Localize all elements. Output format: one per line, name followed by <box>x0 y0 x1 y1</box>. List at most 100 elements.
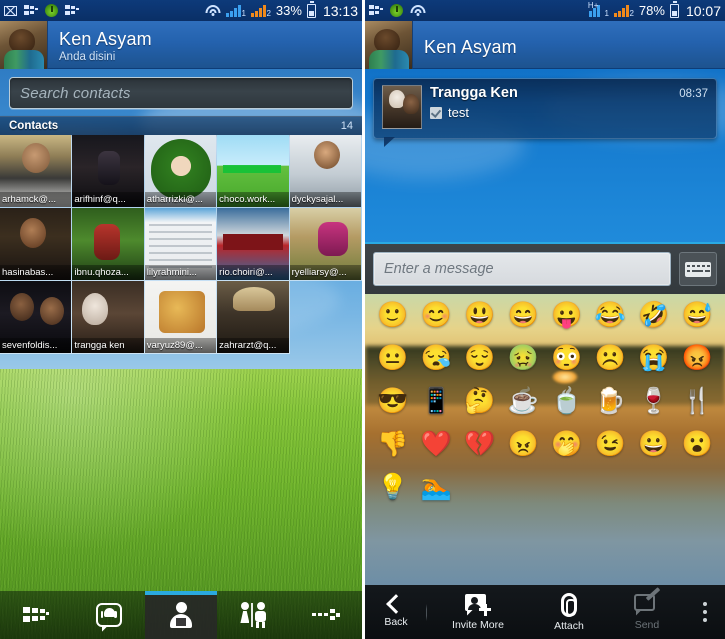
signal-1-icon: H+ 1 <box>588 1 609 18</box>
search-input[interactable]: Search contacts <box>9 77 353 109</box>
emoji-glyph: 💡 <box>377 473 409 501</box>
emoji-glyph: 😀 <box>638 430 670 458</box>
contact-name: dyckysajal... <box>289 192 361 207</box>
contact-tile[interactable]: trangga ken <box>72 281 145 354</box>
contact-tile[interactable]: ibnu.qhoza... <box>72 208 145 281</box>
contact-tile[interactable]: ryelliarsy@... <box>289 208 362 281</box>
overflow-menu-button[interactable] <box>685 602 725 622</box>
nav-item-groups[interactable] <box>217 591 289 639</box>
emoji-blushing[interactable]: 😳 <box>545 337 589 380</box>
contact-name: choco.work... <box>217 192 289 207</box>
emoji-surprised[interactable]: 😮 <box>676 423 720 466</box>
emoji-sunglasses[interactable]: 😎 <box>371 380 415 423</box>
invite-person-icon <box>465 593 492 616</box>
emoji-crying[interactable]: 😭 <box>632 337 676 380</box>
contact-tile[interactable]: arhamck@... <box>0 135 73 208</box>
emoji-fork-knife[interactable]: 🍴 <box>676 380 720 423</box>
emoji-glyph: 🍴 <box>681 387 713 415</box>
contact-tile[interactable]: sevenfoldis... <box>0 281 73 354</box>
contact-tile[interactable]: lilyrahmini... <box>144 208 218 281</box>
emoji-tongue-out[interactable]: 😛 <box>545 294 589 337</box>
read-check-icon <box>430 106 442 119</box>
header-text-block: Ken Asyam Anda disini <box>48 21 152 68</box>
contact-tile[interactable]: choco.work... <box>217 135 290 208</box>
keyboard-toggle-button[interactable] <box>679 252 717 286</box>
contact-tile[interactable]: rio.choiri@... <box>217 208 290 281</box>
avatar[interactable] <box>0 21 48 69</box>
emoji-wink-blush[interactable]: 😉 <box>589 423 633 466</box>
emoji-glyph: 🤔 <box>464 387 496 415</box>
emoji-row: 💡 🏊 <box>365 466 725 509</box>
status-right-icons: H+ 1 2 78% 10:07 <box>588 1 721 19</box>
status-clock: 13:13 <box>322 2 358 19</box>
contact-tile[interactable]: varyuz89@... <box>144 281 218 354</box>
search-placeholder: Search contacts <box>20 84 131 102</box>
nav-item-more[interactable] <box>290 591 362 639</box>
attach-button[interactable]: Attach <box>550 592 588 632</box>
emoji-smile[interactable]: 🙂 <box>371 294 415 337</box>
emoji-glyph: 😃 <box>464 301 496 329</box>
signal-2-icon: 2 <box>613 4 634 18</box>
emoji-glyph: 😳 <box>551 344 583 372</box>
emoji-shy-smile[interactable]: 😌 <box>458 337 502 380</box>
emoji-thumbs-down[interactable]: 👎 <box>371 423 415 466</box>
emoji-laughing-tears[interactable]: 😂 <box>589 294 633 337</box>
emoji-lightbulb[interactable]: 💡 <box>371 466 415 509</box>
person-icon <box>169 602 193 628</box>
emoji-glyph: 😮 <box>681 430 713 458</box>
contact-tile[interactable]: dyckysajal... <box>289 135 362 208</box>
emoji-sad-frown[interactable]: ☹️ <box>589 337 633 380</box>
contact-name: hasinabas... <box>0 265 72 280</box>
emoji-thinking[interactable]: 🤔 <box>458 380 502 423</box>
bbm-icon <box>24 5 38 16</box>
contact-tile[interactable]: zahrarzt@q... <box>217 281 290 354</box>
contacts-section-header: Contacts 14 <box>0 116 362 135</box>
emoji-sick-green[interactable]: 🤢 <box>502 337 546 380</box>
emoji-sleepy[interactable]: 😪 <box>415 337 459 380</box>
emoji-grin-sweat[interactable]: 😅 <box>676 294 720 337</box>
emoji-big-smile[interactable]: 😀 <box>632 423 676 466</box>
emoji-laugh[interactable]: 😄 <box>502 294 546 337</box>
emoji-neutral[interactable]: 😐 <box>371 337 415 380</box>
emoji-big-grin[interactable]: 😃 <box>458 294 502 337</box>
emoji-rofl[interactable]: 🤣 <box>632 294 676 337</box>
emoji-diving[interactable]: 🏊 <box>415 466 459 509</box>
emoji-glyph: 😛 <box>551 301 583 329</box>
emoji-empty-slot <box>458 466 502 509</box>
nav-item-contacts[interactable] <box>144 591 218 639</box>
emoji-cool-laugh[interactable]: 🤭 <box>545 423 589 466</box>
invite-more-button[interactable]: Invite More <box>448 593 508 631</box>
back-button[interactable]: Back <box>365 593 427 628</box>
nav-item-chats[interactable] <box>72 591 144 639</box>
emoji-glyph: ❤️ <box>420 430 452 458</box>
signal-2-label: 2 <box>266 8 271 18</box>
emoji-coffee-cup[interactable]: 🍵 <box>545 380 589 423</box>
emoji-happy[interactable]: 😊 <box>415 294 459 337</box>
avatar[interactable] <box>365 20 413 69</box>
emoji-beer-mug[interactable]: 🍺 <box>589 380 633 423</box>
message-body: Trangga Ken 08:37 test <box>430 85 708 129</box>
nav-item-updates[interactable] <box>0 591 72 639</box>
paperclip-icon <box>560 592 577 617</box>
emoji-angry-red[interactable]: 😡 <box>676 337 720 380</box>
emoji-drinking[interactable]: ☕ <box>502 380 546 423</box>
send-button[interactable]: Send <box>630 586 664 631</box>
emoji-wine-glass[interactable]: 🍷 <box>632 380 676 423</box>
message-text: test <box>448 105 469 120</box>
contact-tile[interactable]: arifhinf@q... <box>72 135 145 208</box>
signal-1-icon: 1 <box>225 4 246 18</box>
contact-tile[interactable]: atharrizki@... <box>144 135 218 208</box>
message-bubble[interactable]: Trangga Ken 08:37 test <box>373 78 717 147</box>
emoji-glyph: 🤣 <box>638 301 670 329</box>
emoji-broken-heart[interactable]: 💔 <box>458 423 502 466</box>
page-title: Ken Asyam <box>424 36 517 57</box>
left-status-bar: 1 2 33% 13:13 <box>0 0 362 21</box>
contact-name: arifhinf@q... <box>72 192 144 207</box>
emoji-glyph: ☹️ <box>594 344 626 372</box>
emoji-phone-call[interactable]: 📱 <box>415 380 459 423</box>
contact-tile[interactable]: hasinabas... <box>0 208 73 281</box>
message-input[interactable]: Enter a message <box>373 252 671 286</box>
emoji-heart[interactable]: ❤️ <box>415 423 459 466</box>
overflow-menu-icon <box>703 602 707 622</box>
emoji-angry-punch[interactable]: 😠 <box>502 423 546 466</box>
